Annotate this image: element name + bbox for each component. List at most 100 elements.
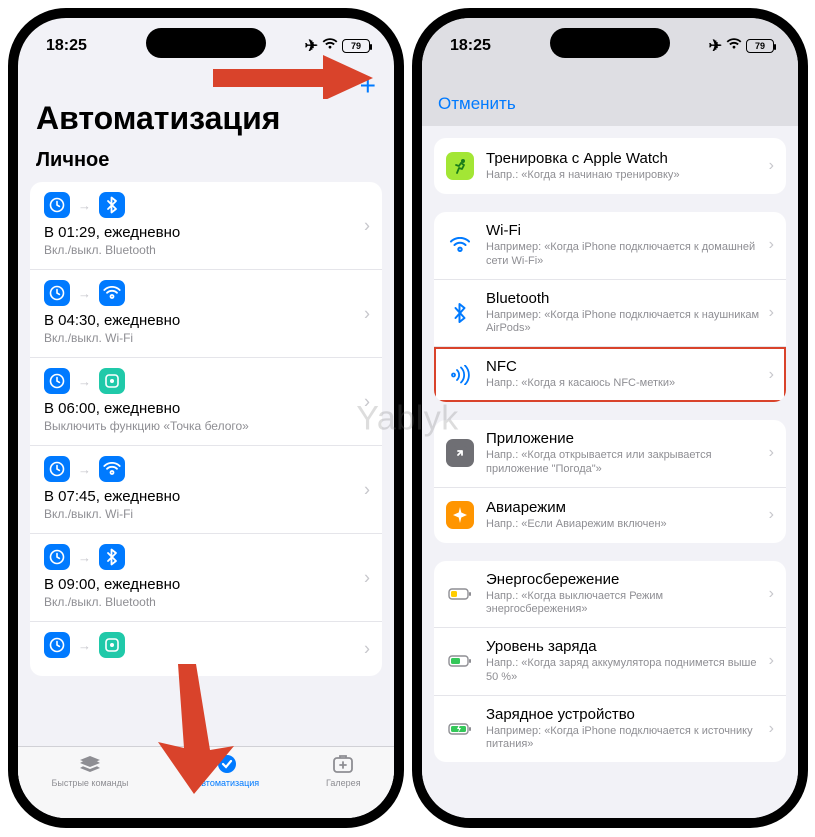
airplane-icon: ✈ (709, 36, 722, 56)
chevron-right-icon: › (769, 585, 774, 603)
automation-row[interactable]: → В 07:45, ежедневно Вкл./выкл. Wi-Fi › (30, 445, 382, 533)
chevron-right-icon: › (364, 391, 370, 412)
automation-row[interactable]: → В 06:00, ежедневно Выключить функцию «То… (30, 357, 382, 445)
trigger-group: Приложение Напр.: «Когда открывается или … (434, 420, 786, 543)
automation-row[interactable]: → В 09:00, ежедневно Вкл./выкл. Bluetooth › (30, 533, 382, 621)
charger-icon (446, 715, 474, 743)
trigger-row-charger[interactable]: Зарядное устройство Например: «Когда iPho… (434, 695, 786, 763)
chevron-right-icon: › (769, 304, 774, 322)
chevron-right-icon: › (769, 720, 774, 738)
trigger-title: Bluetooth (486, 290, 763, 307)
chevron-right-icon: › (769, 444, 774, 462)
arrow-icon: → (78, 550, 91, 565)
chevron-right-icon: › (364, 303, 370, 324)
automation-title: В 09:00, ежедневно (44, 576, 368, 593)
chevron-right-icon: › (769, 652, 774, 670)
automation-subtitle: Вкл./выкл. Bluetooth (44, 595, 368, 609)
teal-icon (99, 632, 125, 658)
arrow-icon: → (78, 374, 91, 389)
automation-subtitle: Выключить функцию «Точка белого» (44, 419, 368, 433)
clock-icon (44, 456, 70, 482)
lowpower-icon (446, 580, 474, 608)
trigger-subtitle: Например: «Когда iPhone подключается к д… (486, 241, 763, 269)
stack-icon (77, 753, 103, 775)
tab-shortcuts[interactable]: Быстрые команды (51, 753, 128, 818)
airplane-icon (446, 501, 474, 529)
trigger-title: NFC (486, 358, 763, 375)
annotation-arrow-top (213, 55, 373, 99)
arrow-icon: → (78, 462, 91, 477)
tab-label: Галерея (326, 778, 361, 788)
trigger-row-workout[interactable]: Тренировка с Apple Watch Напр.: «Когда я … (434, 138, 786, 194)
tab-gallery[interactable]: Галерея (326, 753, 361, 818)
wifi2-icon (446, 231, 474, 259)
trigger-title: Уровень заряда (486, 638, 763, 655)
trigger-row-bt2[interactable]: BluetoothНапример: «Когда iPhone подключ… (434, 279, 786, 347)
nfc-icon (446, 361, 474, 389)
cancel-button[interactable]: Отменить (438, 94, 516, 114)
bt-icon (99, 192, 125, 218)
section-header: Личное (18, 145, 394, 182)
chevron-right-icon: › (364, 639, 370, 660)
automation-row[interactable]: →В 04:30, ежедневноВкл./выкл. Wi-Fi› (30, 269, 382, 357)
trigger-row-lowpower[interactable]: Энергосбережение Напр.: «Когда выключаетс… (434, 561, 786, 628)
arrow-icon: → (78, 198, 91, 213)
trigger-title: Энергосбережение (486, 571, 763, 588)
status-time: 18:25 (46, 37, 87, 55)
wifi-icon (99, 280, 125, 306)
trigger-subtitle: Напр.: «Когда я касаюсь NFC-метки» (486, 377, 763, 391)
trigger-row-nfc[interactable]: NFC Напр.: «Когда я касаюсь NFC-метки» › (434, 346, 786, 402)
sheet-header: Отменить (422, 66, 798, 126)
chevron-right-icon: › (769, 236, 774, 254)
clock-icon (44, 632, 70, 658)
trigger-subtitle: Напр.: «Когда выключается Режим энергосб… (486, 590, 763, 618)
chevron-right-icon: › (769, 366, 774, 384)
automation-title: В 01:29, ежедневно (44, 224, 368, 241)
wifi-icon (726, 37, 742, 55)
automation-title: В 04:30, ежедневно (44, 312, 368, 329)
automation-subtitle: Вкл./выкл. Wi-Fi (44, 331, 368, 345)
teal-icon (99, 368, 125, 394)
airplane-icon: ✈ (305, 36, 318, 56)
bt2-icon (446, 299, 474, 327)
trigger-subtitle: Например: «Когда iPhone подключается к и… (486, 725, 763, 753)
trigger-subtitle: Напр.: «Если Авиарежим включен» (486, 518, 763, 532)
trigger-title: Приложение (486, 430, 763, 447)
wifi-icon (99, 456, 125, 482)
trigger-title: Тренировка с Apple Watch (486, 150, 763, 167)
clock-icon (44, 544, 70, 570)
arrow-icon: → (78, 638, 91, 653)
trigger-group: Тренировка с Apple Watch Напр.: «Когда я … (434, 138, 786, 194)
trigger-subtitle: Напр.: «Когда заряд аккумулятора подниме… (486, 657, 763, 685)
trigger-group: Энергосбережение Напр.: «Когда выключаетс… (434, 561, 786, 763)
wifi-icon (322, 37, 338, 55)
trigger-row-airplane[interactable]: АвиарежимНапр.: «Если Авиарежим включен»… (434, 487, 786, 543)
annotation-arrow-bottom (158, 664, 238, 794)
chevron-right-icon: › (769, 157, 774, 175)
clock-icon (44, 368, 70, 394)
trigger-subtitle: Напр.: «Когда открывается или закрываетс… (486, 449, 763, 477)
tab-label: Быстрые команды (51, 778, 128, 788)
trigger-subtitle: Напр.: «Когда я начинаю тренировку» (486, 169, 763, 183)
gallery-icon (330, 753, 356, 775)
automation-subtitle: Вкл./выкл. Wi-Fi (44, 507, 368, 521)
battery-icon: 79 (746, 39, 774, 53)
bt-icon (99, 544, 125, 570)
trigger-group: Wi-FiНапример: «Когда iPhone подключаетс… (434, 212, 786, 402)
chevron-right-icon: › (364, 215, 370, 236)
automations-list: → В 01:29, ежедневно Вкл./выкл. Bluetooth ›… (30, 182, 382, 676)
trigger-row-wifi2[interactable]: Wi-FiНапример: «Когда iPhone подключаетс… (434, 212, 786, 279)
automation-title: В 07:45, ежедневно (44, 488, 368, 505)
trigger-title: Зарядное устройство (486, 706, 763, 723)
automation-row[interactable]: →В 01:29, ежедневноВкл./выкл. Bluetooth› (30, 182, 382, 269)
notch (146, 28, 266, 58)
chevron-right-icon: › (364, 567, 370, 588)
trigger-row-app[interactable]: Приложение Напр.: «Когда открывается или … (434, 420, 786, 487)
app-icon (446, 439, 474, 467)
trigger-row-battlevel[interactable]: Уровень заряда Напр.: «Когда заряд аккуму… (434, 627, 786, 695)
automation-title: В 06:00, ежедневно (44, 400, 368, 417)
clock-icon (44, 280, 70, 306)
battlevel-icon (446, 647, 474, 675)
notch (550, 28, 670, 58)
chevron-right-icon: › (364, 479, 370, 500)
